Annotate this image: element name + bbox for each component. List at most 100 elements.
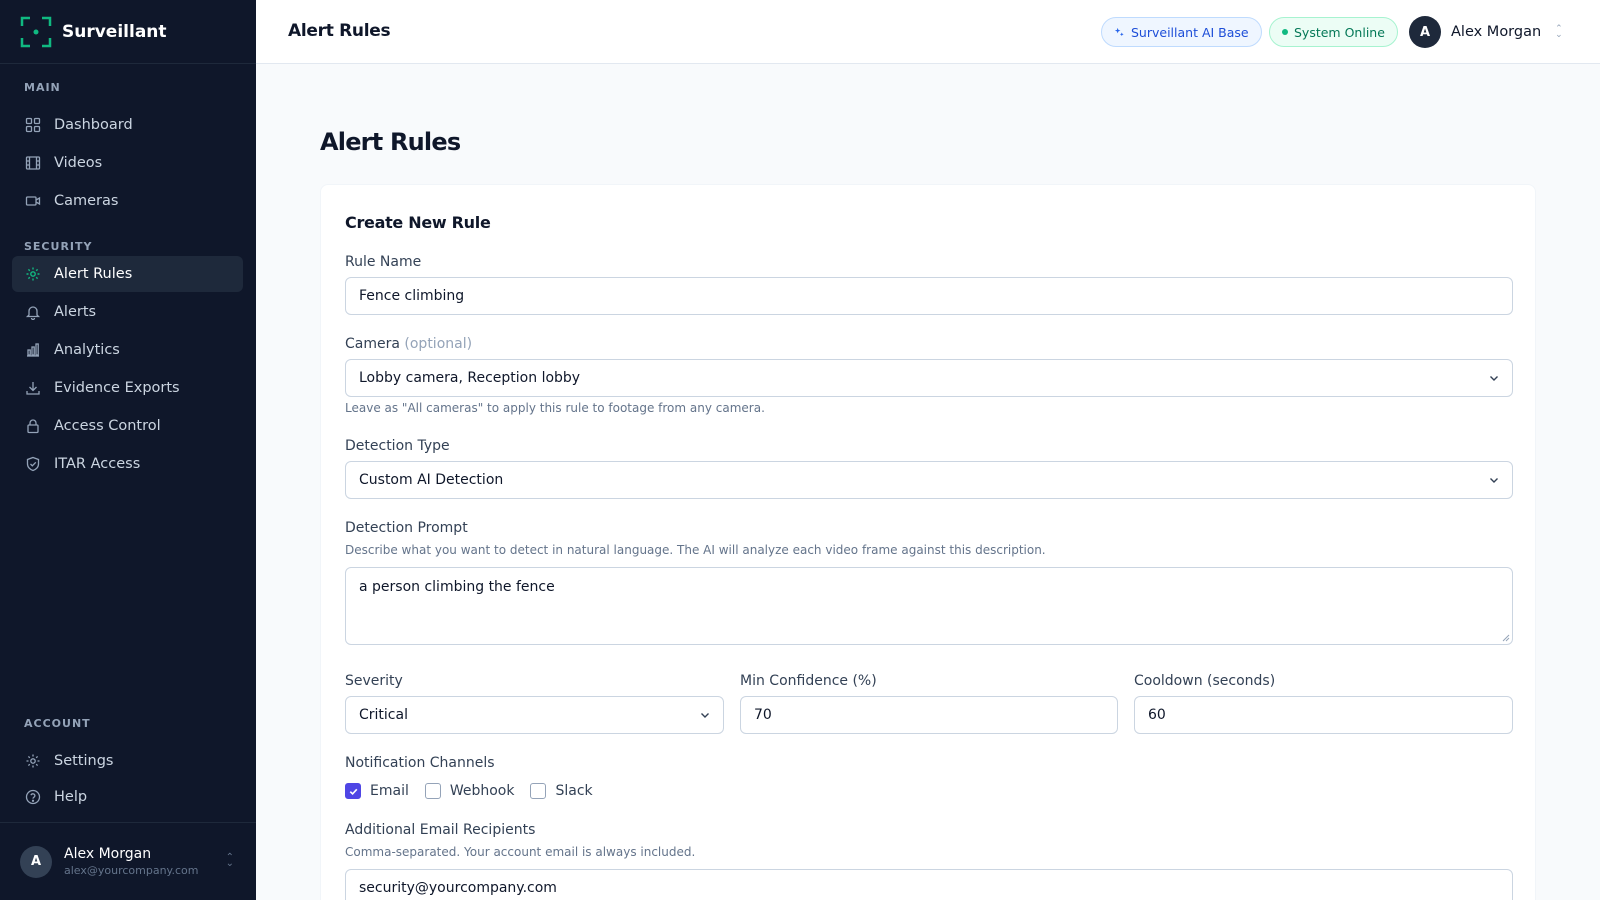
card-title: Create New Rule xyxy=(345,213,491,232)
cooldown-input[interactable]: 60 xyxy=(1134,696,1513,734)
email-checkbox[interactable] xyxy=(345,783,361,799)
rule-name-input[interactable]: Fence climbing xyxy=(345,277,1513,315)
email-channel-option[interactable]: Email xyxy=(345,783,409,799)
detection-prompt-textarea[interactable]: a person climbing the fence xyxy=(345,567,1513,645)
detection-type-select[interactable]: Custom AI Detection xyxy=(345,461,1513,499)
chevron-down-icon xyxy=(1490,478,1498,483)
rule-name-label: Rule Name xyxy=(345,254,422,270)
camera-select[interactable]: Lobby camera, Reception lobby xyxy=(345,359,1513,397)
ai-badge-label: Surveillant AI Base xyxy=(1131,24,1249,40)
chevron-up-down-icon: ⌃ ⌄ xyxy=(225,852,234,869)
webhook-checkbox[interactable] xyxy=(424,783,441,799)
logo-icon xyxy=(20,16,52,48)
gear-icon xyxy=(24,752,42,770)
sidebar-item-itar-access[interactable]: ITAR Access xyxy=(12,446,243,482)
create-rule-card: Create New Rule Rule Name Fence climbing… xyxy=(320,184,1536,900)
gear-icon xyxy=(24,265,42,283)
bell-icon xyxy=(24,303,42,321)
camera-select-value: Lobby camera, Reception lobby xyxy=(359,370,581,386)
ai-badge[interactable]: Surveillant AI Base xyxy=(1101,17,1262,47)
sidebar-item-dashboard[interactable]: Dashboard xyxy=(12,107,243,143)
webhook-channel-option[interactable]: Webhook xyxy=(424,783,515,799)
status-badge: System Online xyxy=(1269,17,1398,47)
sidebar-item-analytics[interactable]: Analytics xyxy=(12,332,243,368)
lock-icon xyxy=(24,417,42,435)
cooldown-label: Cooldown (seconds) xyxy=(1134,673,1276,689)
slack-channel-option[interactable]: Slack xyxy=(530,783,593,799)
detection-type-label: Detection Type xyxy=(345,438,450,454)
status-dot-icon xyxy=(1282,29,1288,35)
avatar: A xyxy=(20,845,52,878)
section-label-main: MAIN xyxy=(24,81,61,94)
sidebar-item-label: Videos xyxy=(54,155,103,171)
camera-label: Camera (optional) xyxy=(345,336,472,352)
check-icon xyxy=(349,788,357,795)
status-badge-label: System Online xyxy=(1294,24,1385,40)
download-icon xyxy=(24,379,42,397)
sidebar-item-label: Settings xyxy=(54,753,114,769)
bar-chart-icon xyxy=(24,341,42,359)
optional-tag: (optional) xyxy=(404,336,473,352)
sidebar-item-access-control[interactable]: Access Control xyxy=(12,408,243,444)
camera-icon xyxy=(24,192,42,210)
section-label-security: SECURITY xyxy=(24,240,93,253)
camera-label-text: Camera xyxy=(345,336,400,352)
user-name: Alex Morgan xyxy=(1451,24,1542,40)
recipients-label: Additional Email Recipients xyxy=(345,822,536,838)
detection-prompt-label: Detection Prompt xyxy=(345,520,468,536)
severity-select[interactable]: Critical xyxy=(345,696,724,734)
sidebar-item-cameras[interactable]: Cameras xyxy=(12,183,243,219)
min-confidence-input[interactable]: 70 xyxy=(740,696,1118,734)
severity-value: Critical xyxy=(359,707,408,723)
help-circle-icon xyxy=(24,788,42,806)
sidebar-item-label: Alert Rules xyxy=(54,266,133,282)
topbar-title: Alert Rules xyxy=(288,21,391,41)
notification-channels: Email Webhook Slack xyxy=(345,783,609,799)
webhook-channel-label: Webhook xyxy=(449,783,515,799)
sidebar-item-label: Analytics xyxy=(54,342,120,358)
film-icon xyxy=(24,154,42,172)
chevron-down-icon xyxy=(701,713,709,718)
avatar: A xyxy=(1409,16,1441,48)
detection-prompt-help: Describe what you want to detect in natu… xyxy=(345,543,1046,557)
shield-check-icon xyxy=(24,455,42,473)
user-name: Alex Morgan xyxy=(64,846,152,862)
sidebar-item-help[interactable]: Help xyxy=(12,779,243,815)
sidebar-item-alert-rules[interactable]: Alert Rules xyxy=(12,256,243,292)
chevron-up-down-icon: ⌃ ⌄ xyxy=(1555,24,1563,40)
min-confidence-label: Min Confidence (%) xyxy=(740,673,877,689)
sidebar-item-label: Dashboard xyxy=(54,117,133,133)
sidebar-item-evidence-exports[interactable]: Evidence Exports xyxy=(12,370,243,406)
email-channel-label: Email xyxy=(370,783,409,799)
sidebar-item-videos[interactable]: Videos xyxy=(12,145,243,181)
resize-handle-icon[interactable] xyxy=(1501,633,1510,642)
sidebar-item-settings[interactable]: Settings xyxy=(12,743,243,779)
sidebar: Surveillant MAIN Dashboard Videos Camera… xyxy=(0,0,256,900)
section-label-account: ACCOUNT xyxy=(24,717,91,730)
sidebar-item-label: Evidence Exports xyxy=(54,380,180,396)
sidebar-item-label: ITAR Access xyxy=(54,456,141,472)
recipients-input[interactable]: security@yourcompany.com xyxy=(345,869,1513,900)
user-menu[interactable]: A Alex Morgan ⌃ ⌄ xyxy=(1409,16,1563,48)
camera-help: Leave as "All cameras" to apply this rul… xyxy=(345,401,765,415)
sidebar-item-alerts[interactable]: Alerts xyxy=(12,294,243,330)
slack-checkbox[interactable] xyxy=(530,783,547,799)
sidebar-item-label: Help xyxy=(54,789,88,805)
brand-name: Surveillant xyxy=(62,21,167,42)
sparkle-icon xyxy=(1114,27,1125,38)
sidebar-item-label: Access Control xyxy=(54,418,161,434)
user-email: alex@yourcompany.com xyxy=(64,864,199,877)
topbar: Alert Rules Surveillant AI Base System O… xyxy=(256,0,1600,64)
sidebar-item-label: Cameras xyxy=(54,193,119,209)
page-title: Alert Rules xyxy=(320,128,461,156)
sidebar-item-label: Alerts xyxy=(54,304,97,320)
grid-icon xyxy=(24,116,42,134)
notification-channels-label: Notification Channels xyxy=(345,755,495,771)
chevron-down-icon xyxy=(1490,376,1498,381)
brand[interactable]: Surveillant xyxy=(0,0,256,64)
sidebar-user-menu[interactable]: A Alex Morgan alex@yourcompany.com ⌃ ⌄ xyxy=(0,822,256,900)
severity-label: Severity xyxy=(345,673,403,689)
detection-prompt-value: a person climbing the fence xyxy=(359,579,555,595)
slack-channel-label: Slack xyxy=(555,783,593,799)
recipients-help: Comma-separated. Your account email is a… xyxy=(345,845,696,859)
